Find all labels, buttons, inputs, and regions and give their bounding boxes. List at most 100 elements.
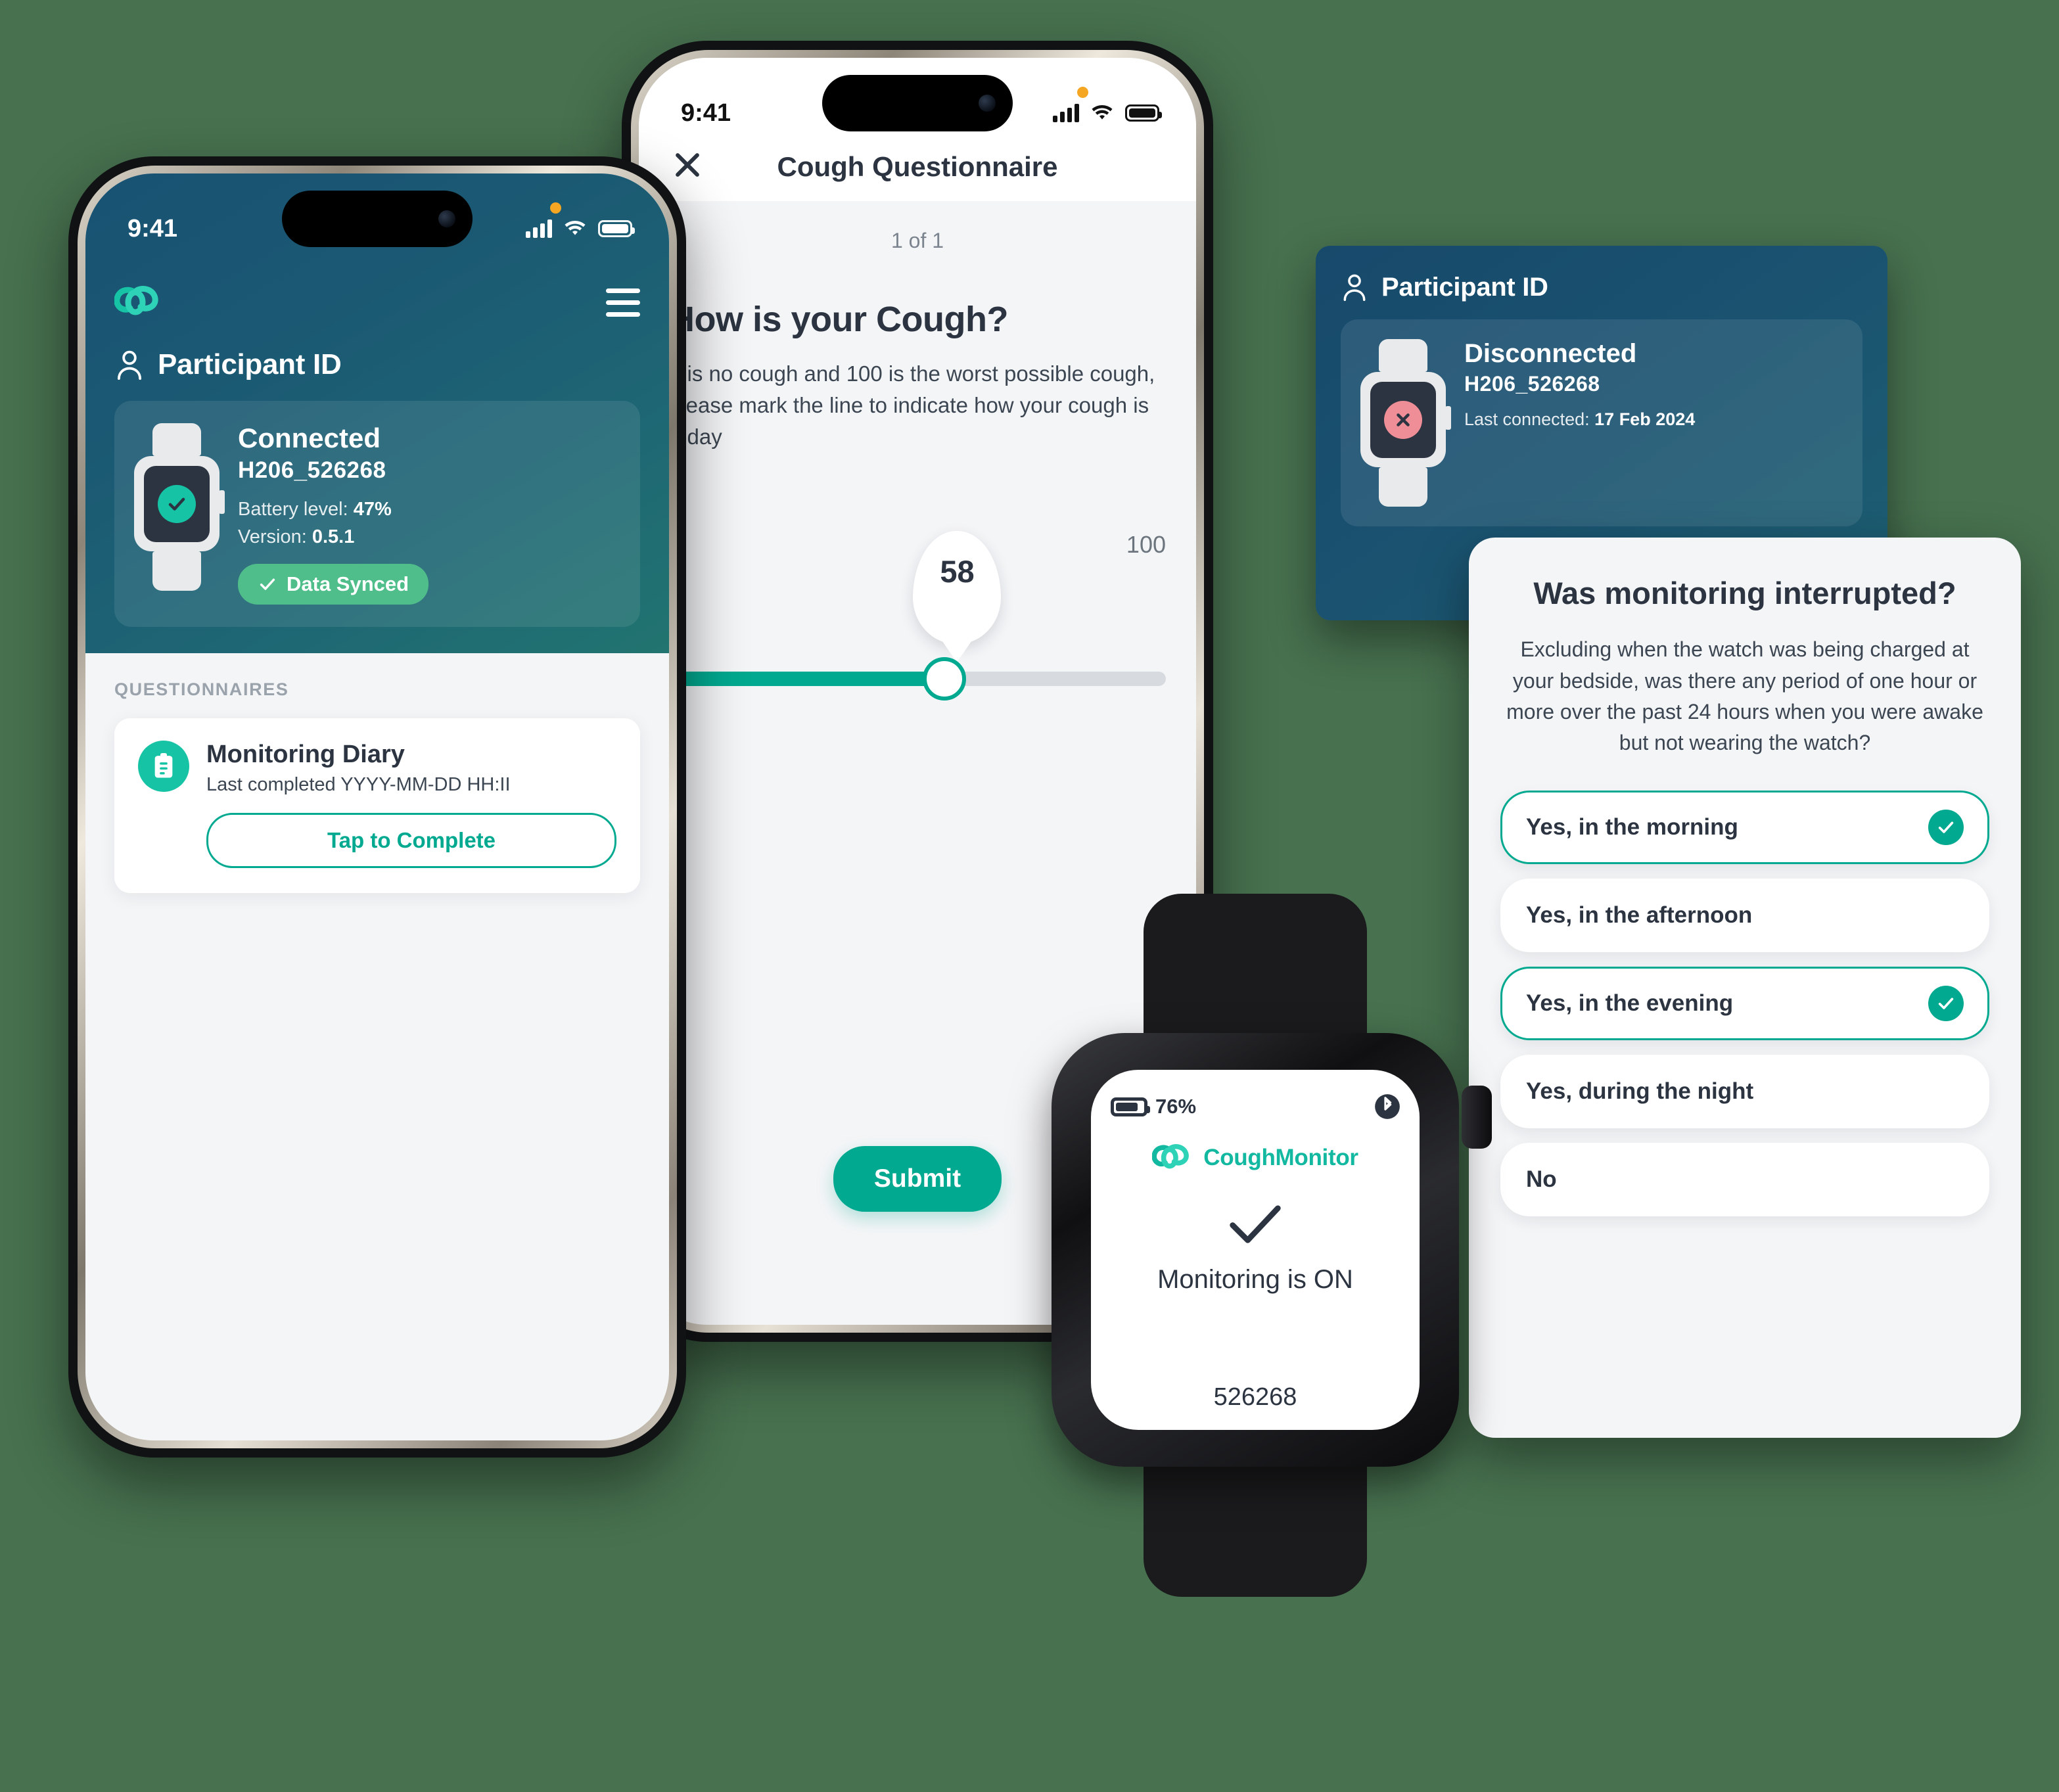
- dynamic-island: [282, 191, 473, 247]
- answer-option-label: Yes, in the afternoon: [1526, 902, 1753, 928]
- x-mark-icon: [1397, 413, 1410, 426]
- battery-icon: [598, 220, 635, 237]
- answer-options-list: Yes, in the morning Yes, in the afternoon…: [1500, 790, 1989, 1216]
- questionnaire-card-title: Monitoring Diary: [206, 741, 405, 769]
- cough-slider[interactable]: 58 100: [639, 530, 1166, 728]
- clipboard-icon: [138, 741, 189, 793]
- participant-id-label: Participant ID: [1381, 272, 1548, 302]
- smartwatch-disconnected-icon: [1360, 339, 1451, 507]
- questionnaires-section: QUESTIONNAIRES Monitoring Diary Last com…: [85, 653, 669, 919]
- app-header: [114, 285, 640, 319]
- version-row: Version: 0.5.1: [238, 523, 618, 551]
- clipboard-glyph: [154, 753, 173, 778]
- privacy-indicator-icon: [550, 202, 561, 214]
- watch-status-bar: 76%: [1111, 1092, 1400, 1121]
- questionnaire-body: 1 of 1 How is your Cough? 0 is no cough …: [639, 201, 1196, 728]
- answer-option[interactable]: Yes, in the evening: [1500, 966, 1989, 1040]
- answer-option-label: Yes, in the morning: [1526, 814, 1738, 840]
- status-badge-data-synced: Data Synced: [238, 564, 429, 605]
- section-label-questionnaires: QUESTIONNAIRES: [114, 679, 289, 700]
- watch-device-number: 526268: [1213, 1383, 1297, 1411]
- answer-option[interactable]: Yes, in the morning: [1500, 790, 1989, 864]
- front-camera-icon: [979, 95, 996, 112]
- watch-monitoring-status: Monitoring is ON: [1157, 1265, 1353, 1294]
- answer-option[interactable]: Yes, during the night: [1500, 1054, 1989, 1128]
- status-icons: [1053, 87, 1162, 122]
- device-info: Disconnected H206_526268 Last connected:…: [1464, 339, 1843, 432]
- answer-option-label: Yes, during the night: [1526, 1078, 1754, 1104]
- phone-dashboard: 9:41 Participant ID Connected H206_52626…: [68, 156, 686, 1458]
- answer-option[interactable]: Yes, in the afternoon: [1500, 878, 1989, 952]
- phone-left-screen: 9:41 Participant ID Connected H206_52626…: [85, 173, 669, 1440]
- participant-id-label: Participant ID: [158, 348, 342, 380]
- watch-brand-row: CoughMonitor: [1152, 1143, 1358, 1172]
- tap-to-complete-button[interactable]: Tap to Complete: [206, 813, 616, 869]
- device-card-connected[interactable]: Connected H206_526268 Battery level: 47%…: [114, 401, 640, 628]
- answer-option[interactable]: No: [1500, 1142, 1989, 1216]
- last-connected-label: Last connected:: [1464, 409, 1590, 429]
- device-info: Connected H206_526268 Battery level: 47%…: [238, 423, 618, 605]
- device-card-disconnected[interactable]: Disconnected H206_526268 Last connected:…: [1341, 319, 1862, 526]
- front-camera-icon: [438, 210, 455, 227]
- battery-label: Battery level:: [238, 499, 348, 520]
- device-id: H206_526268: [1464, 372, 1600, 396]
- dynamic-island: [822, 75, 1013, 131]
- slider-track[interactable]: [639, 656, 1166, 701]
- person-icon: [117, 350, 142, 380]
- watch-screen: 76% CoughMonitor Monitoring is ON 526268: [1091, 1070, 1420, 1430]
- question-description: 0 is no cough and 100 is the worst possi…: [669, 361, 1155, 449]
- battery-row: Battery level: 47%: [238, 495, 618, 523]
- answer-option-label: Yes, in the evening: [1526, 990, 1734, 1016]
- cellular-signal-icon: [1053, 104, 1079, 122]
- smartwatch-device: 76% CoughMonitor Monitoring is ON 526268: [1038, 894, 1492, 1597]
- sync-badge-label: Data Synced: [287, 572, 409, 596]
- smartwatch-connected-icon: [134, 423, 225, 591]
- participant-id-row: Participant ID: [114, 348, 640, 381]
- person-icon: [1343, 274, 1366, 301]
- device-meta: Battery level: 47% Version: 0.5.1: [238, 495, 618, 551]
- check-icon: [260, 578, 275, 591]
- status-time: 9:41: [127, 214, 178, 242]
- check-glyph: [1230, 1205, 1281, 1243]
- version-value: 0.5.1: [312, 526, 355, 548]
- check-icon: [1227, 1201, 1284, 1251]
- coughmonitor-logo: [114, 286, 158, 315]
- answer-option-label: No: [1526, 1166, 1557, 1192]
- wifi-icon: [565, 220, 586, 235]
- slider-value: 58: [940, 553, 975, 589]
- slider-knob[interactable]: [923, 656, 967, 701]
- slider-max-label: 100: [1126, 530, 1166, 558]
- watch-battery-group: 76%: [1111, 1095, 1196, 1118]
- watch-crown-button[interactable]: [1462, 1086, 1492, 1149]
- questionnaire-card-body: Monitoring Diary Last completed YYYY-MM-…: [206, 741, 616, 869]
- screenshot-stage: 9:41 Cough Questionnaire 1 of 1 How is y…: [0, 0, 2059, 1792]
- device-status: Connected: [238, 423, 381, 453]
- close-x-icon[interactable]: [669, 146, 706, 183]
- hamburger-menu-icon[interactable]: [606, 288, 640, 317]
- bluetooth-icon: [1375, 1094, 1400, 1119]
- last-connected-value: 17 Feb 2024: [1594, 409, 1696, 429]
- page-indicator: 1 of 1: [891, 229, 944, 252]
- questionnaire-card-subtitle: Last completed YYYY-MM-DD HH:II: [206, 774, 511, 796]
- battery-icon: [1125, 104, 1162, 122]
- wifi-icon: [1092, 104, 1113, 120]
- battery-value: 47%: [353, 499, 392, 520]
- check-icon: [168, 497, 185, 511]
- sheet-title: Was monitoring interrupted?: [1533, 576, 1956, 610]
- questionnaire-title: Cough Questionnaire: [777, 151, 1058, 182]
- questionnaire-card[interactable]: Monitoring Diary Last completed YYYY-MM-…: [114, 718, 640, 894]
- cellular-signal-icon: [526, 219, 552, 238]
- battery-icon: [1111, 1097, 1150, 1116]
- watch-case: 76% CoughMonitor Monitoring is ON 526268: [1052, 1033, 1459, 1467]
- device-last-connected: Last connected: 17 Feb 2024: [1464, 407, 1843, 432]
- watch-brand-label: CoughMonitor: [1203, 1145, 1358, 1170]
- participant-id-row: Participant ID: [1341, 272, 1862, 302]
- coughmonitor-logo: [1152, 1144, 1189, 1169]
- question-title: How is your Cough?: [669, 300, 1008, 339]
- sheet-description: Excluding when the watch was being charg…: [1506, 637, 1983, 755]
- device-status: Disconnected: [1464, 339, 1637, 368]
- status-icons: [526, 202, 635, 238]
- check-icon: [1928, 985, 1964, 1021]
- submit-button[interactable]: Submit: [833, 1146, 1002, 1212]
- check-icon: [1928, 809, 1964, 845]
